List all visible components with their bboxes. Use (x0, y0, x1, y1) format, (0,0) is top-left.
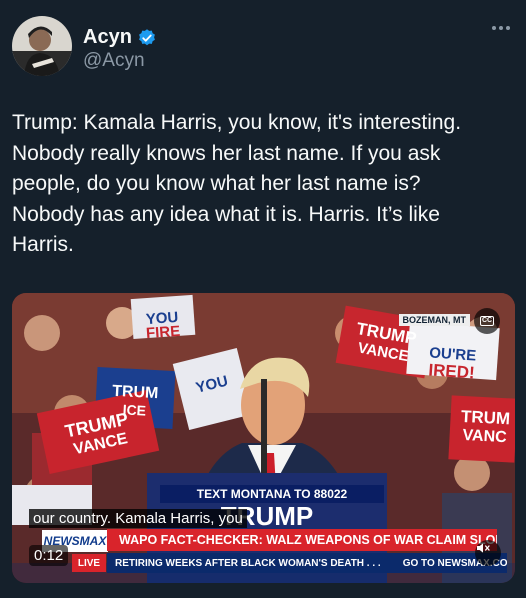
closed-captions-icon[interactable]: CC (474, 308, 500, 334)
podium-banner: TEXT MONTANA TO 88022 (160, 485, 384, 503)
tweet-header: Acyn @Acyn (12, 16, 514, 78)
more-horizontal-icon[interactable] (492, 22, 514, 34)
author-handle[interactable]: @Acyn (83, 50, 145, 72)
location-tag: BOZEMAN, MT (398, 314, 470, 326)
svg-text:TRUM: TRUM (112, 383, 159, 402)
avatar[interactable] (12, 16, 72, 76)
video-duration: 0:12 (29, 545, 69, 566)
verified-badge-icon (138, 28, 155, 45)
author-name[interactable]: Acyn (83, 26, 132, 49)
live-badge: LIVE (72, 554, 106, 572)
video-player[interactable]: TRUMP YOU FIRE TRUMP VANCE OU'RE IRED! T… (12, 293, 515, 583)
svg-text:TRUM: TRUM (461, 407, 511, 429)
svg-text:FIRE: FIRE (145, 323, 180, 342)
svg-text:IRED!: IRED! (428, 360, 475, 382)
news-headline: WAPO FACT-CHECKER: WALZ WEAPONS OF WAR C… (107, 529, 497, 551)
video-caption: our country. Kamala Harris, you (29, 509, 247, 528)
tweet-text: Trump: Kamala Harris, you know, it's int… (12, 111, 462, 256)
news-ticker: RETIRING WEEKS AFTER BLACK WOMAN'S DEATH… (107, 553, 507, 573)
ticker-left: RETIRING WEEKS AFTER BLACK WOMAN'S DEATH… (115, 557, 381, 569)
volume-muted-icon[interactable] (475, 540, 501, 566)
svg-text:VANC: VANC (462, 427, 507, 446)
